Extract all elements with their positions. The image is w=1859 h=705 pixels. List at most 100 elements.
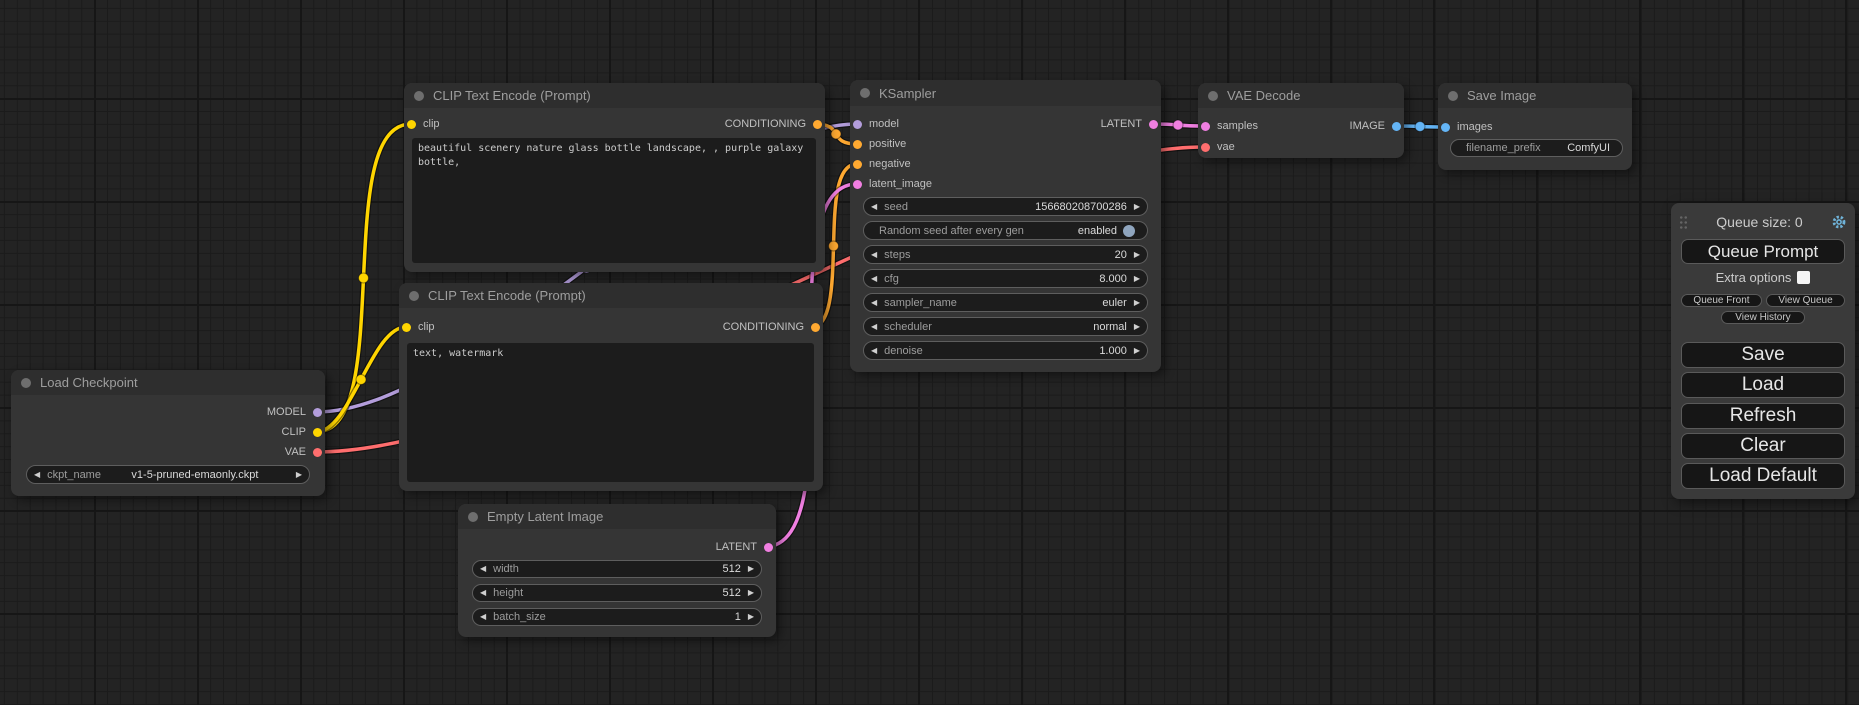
node-vae-decode[interactable]: VAE Decode samples vae IMAGE: [1198, 83, 1404, 158]
decrement-arrow-icon[interactable]: ◀: [864, 275, 884, 283]
decrement-arrow-icon[interactable]: ◀: [864, 203, 884, 211]
increment-arrow-icon[interactable]: ▶: [1127, 323, 1147, 331]
input-port-vae-dot[interactable]: [1201, 143, 1210, 152]
decrement-arrow-icon[interactable]: ◀: [864, 251, 884, 259]
widget-label: Random seed after every gen: [879, 225, 1024, 237]
widget-ckpt-name[interactable]: ◀ ckpt_name v1-5-pruned-emaonly.ckpt ▶: [26, 465, 310, 484]
queue-front-button[interactable]: Queue Front: [1681, 294, 1762, 307]
node-ksampler-titlebar[interactable]: KSampler: [850, 80, 1161, 106]
node-empty-latent-image[interactable]: Empty Latent Image LATENT ◀ width 512 ▶ …: [458, 504, 776, 637]
widget-value: 512: [722, 587, 740, 599]
output-port-clip-dot[interactable]: [313, 428, 322, 437]
widget-denoise[interactable]: ◀ denoise 1.000 ▶: [863, 341, 1148, 360]
output-port-model-dot[interactable]: [313, 408, 322, 417]
decrement-arrow-icon[interactable]: ◀: [864, 299, 884, 307]
input-label: samples: [1217, 120, 1258, 132]
widget-seed[interactable]: ◀ seed 156680208700286 ▶: [863, 197, 1148, 216]
increment-arrow-icon[interactable]: ▶: [1127, 203, 1147, 211]
input-port-latent-image-dot[interactable]: [853, 180, 862, 189]
increment-arrow-icon[interactable]: ▶: [1127, 299, 1147, 307]
increment-arrow-icon[interactable]: ▶: [741, 589, 761, 597]
view-queue-button[interactable]: View Queue: [1766, 294, 1845, 307]
output-port-latent-dot[interactable]: [1149, 120, 1158, 129]
load-default-button[interactable]: Load Default: [1681, 463, 1845, 489]
output-port-vae-dot[interactable]: [313, 448, 322, 457]
widget-sampler-name[interactable]: ◀ sampler_name euler ▶: [863, 293, 1148, 312]
node-clip-text-encode-negative[interactable]: CLIP Text Encode (Prompt) clip CONDITION…: [399, 283, 823, 491]
view-history-button[interactable]: View History: [1721, 311, 1805, 324]
collapse-dot-icon[interactable]: [1208, 91, 1218, 101]
decrement-arrow-icon[interactable]: ◀: [473, 589, 493, 597]
load-button[interactable]: Load: [1681, 372, 1845, 398]
toggle-knob[interactable]: [1123, 225, 1135, 237]
increment-arrow-icon[interactable]: ▶: [741, 613, 761, 621]
node-load-checkpoint-titlebar[interactable]: Load Checkpoint: [11, 370, 325, 395]
input-port-samples-dot[interactable]: [1201, 122, 1210, 131]
output-label: MODEL: [267, 406, 306, 418]
decrement-arrow-icon[interactable]: ◀: [473, 565, 493, 573]
node-empty-latent-titlebar[interactable]: Empty Latent Image: [458, 504, 776, 529]
node-save-image-titlebar[interactable]: Save Image: [1438, 83, 1632, 108]
node-clip-positive-titlebar[interactable]: CLIP Text Encode (Prompt): [404, 83, 825, 108]
input-port-model-dot[interactable]: [853, 120, 862, 129]
input-port-positive-dot[interactable]: [853, 140, 862, 149]
queue-prompt-button[interactable]: Queue Prompt: [1681, 239, 1845, 264]
input-label: negative: [869, 158, 911, 170]
widget-random-seed-toggle[interactable]: Random seed after every gen enabled: [863, 221, 1148, 240]
input-label: latent_image: [869, 178, 932, 190]
output-port-image-dot[interactable]: [1392, 122, 1401, 131]
negative-prompt-textarea[interactable]: text, watermark: [407, 343, 814, 482]
node-clip-text-encode-positive[interactable]: CLIP Text Encode (Prompt) clip CONDITION…: [404, 83, 825, 272]
decrement-arrow-icon[interactable]: ◀: [864, 347, 884, 355]
output-port-conditioning-dot[interactable]: [811, 323, 820, 332]
widget-scheduler[interactable]: ◀ scheduler normal ▶: [863, 317, 1148, 336]
extra-options-checkbox[interactable]: [1797, 271, 1810, 284]
settings-gear-icon[interactable]: [1831, 214, 1847, 230]
increment-arrow-icon[interactable]: ▶: [1127, 275, 1147, 283]
widget-width[interactable]: ◀ width 512 ▶: [472, 560, 762, 578]
output-label: VAE: [285, 446, 306, 458]
collapse-dot-icon[interactable]: [860, 88, 870, 98]
output-port-latent-dot[interactable]: [764, 543, 773, 552]
drag-handle-icon[interactable]: [1679, 215, 1688, 229]
decrement-arrow-icon[interactable]: ◀: [864, 323, 884, 331]
collapse-dot-icon[interactable]: [414, 91, 424, 101]
node-title: VAE Decode: [1227, 88, 1300, 103]
widget-steps[interactable]: ◀ steps 20 ▶: [863, 245, 1148, 264]
widget-cfg[interactable]: ◀ cfg 8.000 ▶: [863, 269, 1148, 288]
link-midpoint-dot-latent-to-samples: [1173, 120, 1183, 130]
decrement-arrow-icon[interactable]: ◀: [27, 471, 47, 479]
increment-arrow-icon[interactable]: ▶: [1127, 347, 1147, 355]
refresh-button[interactable]: Refresh: [1681, 403, 1845, 429]
node-clip-negative-titlebar[interactable]: CLIP Text Encode (Prompt): [399, 283, 823, 308]
collapse-dot-icon[interactable]: [468, 512, 478, 522]
queue-panel-header: Queue size: 0: [1679, 213, 1847, 231]
widget-height[interactable]: ◀ height 512 ▶: [472, 584, 762, 602]
node-ksampler[interactable]: KSampler model positive negative latent_…: [850, 80, 1161, 372]
collapse-dot-icon[interactable]: [409, 291, 419, 301]
input-port-clip-dot[interactable]: [402, 323, 411, 332]
comfyui-canvas[interactable]: { "canvas": { "bg": "#232323", "grid_min…: [0, 0, 1859, 705]
link-midpoint-dot-conditioning-to-negative: [829, 241, 839, 251]
output-port-conditioning-dot[interactable]: [813, 120, 822, 129]
input-port-negative-dot[interactable]: [853, 160, 862, 169]
input-port-clip-dot[interactable]: [407, 120, 416, 129]
positive-prompt-textarea[interactable]: beautiful scenery nature glass bottle la…: [412, 138, 816, 263]
collapse-dot-icon[interactable]: [1448, 91, 1458, 101]
decrement-arrow-icon[interactable]: ◀: [473, 613, 493, 621]
increment-arrow-icon[interactable]: ▶: [741, 565, 761, 573]
queue-size-label: Queue size: 0: [1688, 214, 1831, 230]
widget-label: height: [493, 587, 523, 599]
node-save-image[interactable]: Save Image images filename_prefix ComfyU…: [1438, 83, 1632, 170]
node-vae-decode-titlebar[interactable]: VAE Decode: [1198, 83, 1404, 108]
widget-batch-size[interactable]: ◀ batch_size 1 ▶: [472, 608, 762, 626]
widget-label: sampler_name: [884, 297, 957, 309]
increment-arrow-icon[interactable]: ▶: [289, 471, 309, 479]
node-load-checkpoint[interactable]: Load Checkpoint MODEL CLIP VAE ◀ ckpt_na…: [11, 370, 325, 496]
collapse-dot-icon[interactable]: [21, 378, 31, 388]
increment-arrow-icon[interactable]: ▶: [1127, 251, 1147, 259]
input-port-images-dot[interactable]: [1441, 123, 1450, 132]
widget-filename-prefix[interactable]: filename_prefix ComfyUI: [1450, 139, 1623, 157]
clear-button[interactable]: Clear: [1681, 433, 1845, 459]
save-button[interactable]: Save: [1681, 342, 1845, 368]
